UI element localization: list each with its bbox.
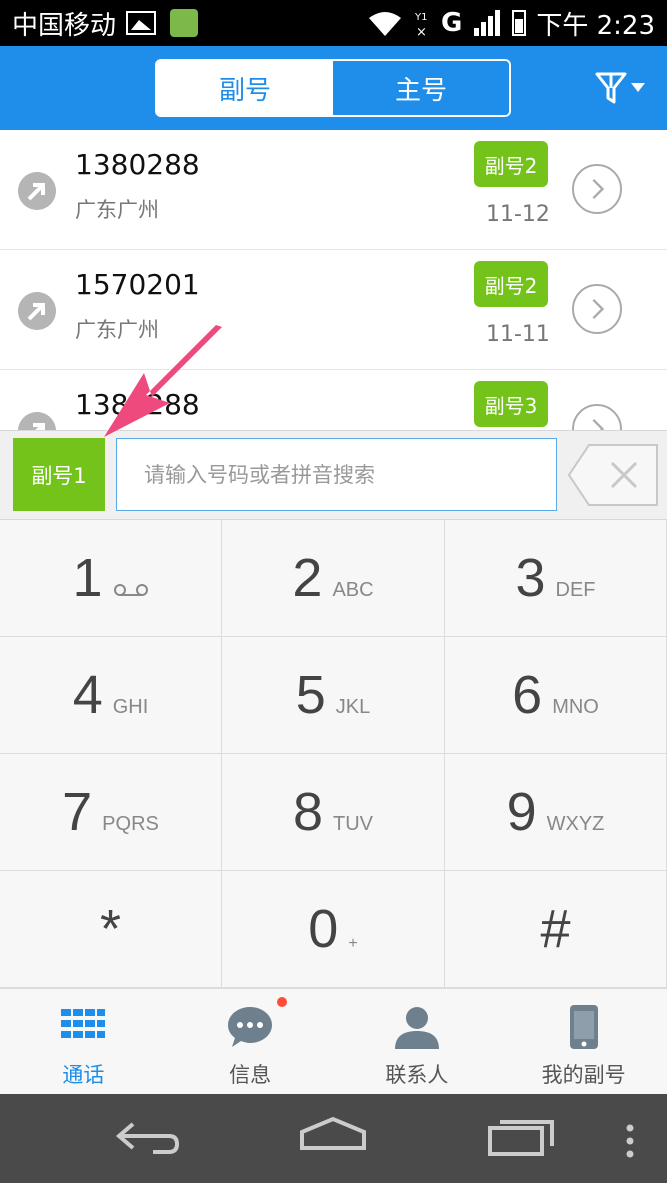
key-letters: + — [348, 935, 358, 952]
key-6[interactable]: 6 MNO — [445, 637, 667, 754]
outgoing-call-icon — [18, 292, 56, 330]
sim-badge: 副号3 — [474, 381, 548, 427]
recent-apps-icon[interactable] — [486, 1114, 556, 1158]
call-date: 11-11 — [486, 322, 550, 347]
key-5[interactable]: 5 JKL — [222, 637, 445, 754]
dialpad-icon — [61, 1009, 106, 1038]
call-log-row[interactable]: 1380288 广东广州 副号2 11-12 — [0, 130, 667, 250]
call-number: 1570201 — [75, 268, 200, 301]
phone-icon — [569, 1005, 598, 1049]
signal-icon — [474, 10, 501, 36]
key-1[interactable]: 1 — [0, 520, 222, 637]
key-digit: 0 — [308, 899, 339, 959]
wifi-icon — [369, 12, 401, 36]
nav-label: 信息 — [229, 1063, 272, 1087]
key-letters: GHI — [112, 695, 149, 718]
dial-input-bar: 副号1 — [0, 430, 667, 520]
key-0[interactable]: 0 + — [222, 871, 445, 988]
call-log-list: 1380288 广东广州 副号2 11-12 1570201 广东广州 副号2 … — [0, 130, 667, 430]
key-digit: 7 — [62, 782, 93, 842]
sim-slot-icon: Y1 × — [415, 12, 427, 38]
nav-my-numbers[interactable]: 我的副号 — [500, 989, 667, 1094]
dial-keypad: 1 2 ABC 3 DEF 4 GHI 5 JKL 6 MNO 7 PQRS 8 TUV 9W… — [0, 520, 667, 988]
chevron-right-icon[interactable] — [572, 404, 622, 430]
key-letters: DEF — [555, 578, 596, 601]
call-date: 11-12 — [486, 202, 550, 227]
voicemail-icon — [113, 584, 148, 596]
call-log-row[interactable]: 1380288 副号3 — [0, 370, 667, 430]
search-input[interactable] — [116, 438, 557, 511]
sim-select-button[interactable]: 副号1 — [13, 438, 105, 511]
key-digit: 1 — [72, 548, 103, 608]
call-log-row[interactable]: 1570201 广东广州 副号2 11-11 — [0, 250, 667, 370]
sim-badge: 副号2 — [474, 141, 548, 187]
key-7[interactable]: 7 PQRS — [0, 754, 222, 871]
contact-icon — [394, 1007, 439, 1049]
filter-icon[interactable] — [595, 70, 647, 106]
key-2[interactable]: 2 ABC — [222, 520, 445, 637]
key-hash[interactable]: # — [445, 871, 667, 988]
call-location: 广东广州 — [75, 198, 159, 222]
network-type-label: G — [441, 8, 463, 38]
nav-calls[interactable]: 通话 — [0, 989, 167, 1094]
key-digit: 9 — [506, 782, 537, 842]
nav-label: 联系人 — [385, 1063, 449, 1087]
key-digit: 4 — [72, 665, 103, 725]
svg-text:×: × — [416, 25, 427, 38]
system-nav-bar — [0, 1094, 667, 1183]
key-4[interactable]: 4 GHI — [0, 637, 222, 754]
call-location: 广东广州 — [75, 318, 159, 342]
key-digit: # — [540, 899, 571, 959]
chevron-right-icon[interactable] — [572, 164, 622, 214]
status-bar: 中国移动 Y1 × G 下午 2:23 — [0, 0, 667, 46]
nav-label: 我的副号 — [541, 1063, 626, 1087]
call-number: 1380288 — [75, 148, 200, 181]
key-letters: ABC — [332, 578, 374, 601]
image-notification-icon — [126, 11, 157, 35]
tab-secondary-number[interactable]: 副号 — [157, 61, 333, 115]
unread-dot — [276, 997, 287, 1007]
bottom-nav: 通话 信息 联系人 我的副号 — [0, 988, 667, 1094]
outgoing-call-icon — [18, 412, 56, 430]
key-9[interactable]: 9 WXYZ — [445, 754, 667, 871]
number-switch: 副号 主号 — [155, 59, 511, 117]
carrier-label: 中国移动 — [12, 10, 117, 41]
backspace-icon[interactable] — [567, 443, 659, 507]
key-letters: MNO — [552, 695, 599, 718]
key-letters: PQRS — [102, 812, 159, 835]
header: 副号 主号 — [0, 46, 667, 130]
sim-badge: 副号2 — [474, 261, 548, 307]
status-time: 下午 2:23 — [536, 10, 655, 41]
nav-messages[interactable]: 信息 — [167, 989, 334, 1094]
call-number: 1380288 — [75, 388, 200, 421]
nav-label: 通话 — [62, 1063, 105, 1087]
key-digit: 6 — [512, 665, 543, 725]
home-icon[interactable] — [298, 1116, 368, 1152]
key-letters: WXYZ — [546, 812, 605, 835]
battery-icon — [512, 10, 527, 36]
outgoing-call-icon — [18, 172, 56, 210]
svg-text:Y1: Y1 — [415, 12, 427, 23]
key-letters: JKL — [335, 695, 371, 718]
back-icon[interactable] — [113, 1120, 183, 1156]
chevron-right-icon[interactable] — [572, 284, 622, 334]
key-star[interactable]: * — [0, 871, 222, 988]
key-digit: 3 — [515, 548, 546, 608]
key-digit: 5 — [295, 665, 326, 725]
key-3[interactable]: 3 DEF — [445, 520, 667, 637]
tab-main-number[interactable]: 主号 — [333, 61, 509, 115]
key-letters: TUV — [333, 812, 374, 835]
message-icon — [228, 1007, 273, 1047]
key-8[interactable]: 8 TUV — [222, 754, 445, 871]
key-digit: 8 — [292, 782, 324, 842]
more-icon[interactable] — [624, 1124, 636, 1158]
key-digit: * — [99, 899, 121, 959]
app-notification-icon — [170, 9, 199, 37]
key-digit: 2 — [292, 548, 323, 608]
nav-contacts[interactable]: 联系人 — [334, 989, 501, 1094]
